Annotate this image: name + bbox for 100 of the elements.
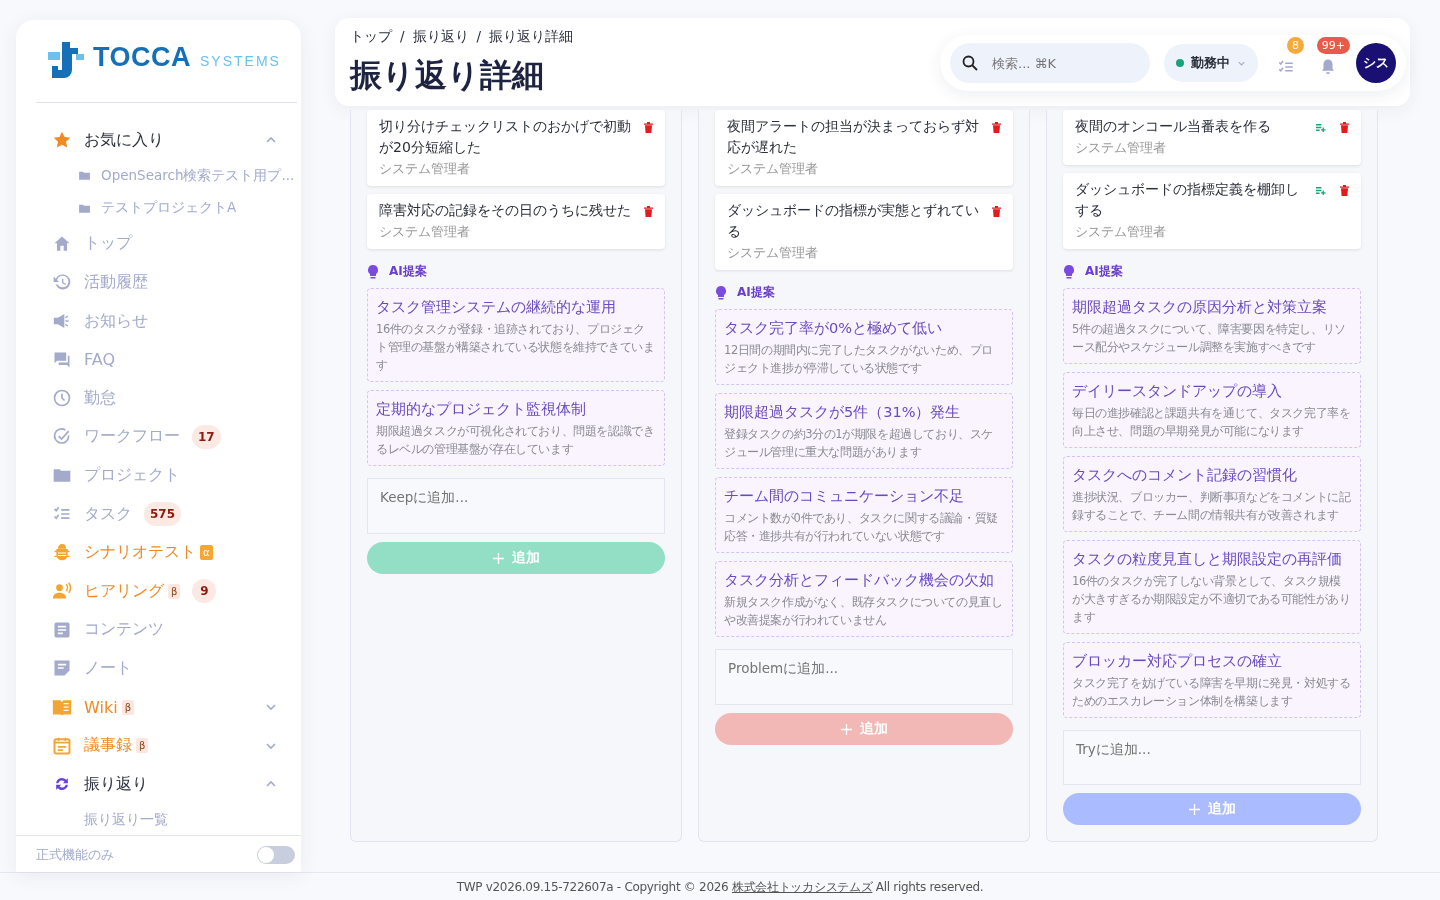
feature-tag: β [168, 583, 181, 599]
sidebar-subitem[interactable]: テストプロジェクトA [101, 199, 237, 218]
trash-icon[interactable] [644, 206, 653, 217]
sidebar-item[interactable]: お気に入り [84, 129, 164, 151]
sidebar-item[interactable]: Wiki [84, 697, 118, 717]
sidebar-subitem[interactable]: OpenSearch検索テスト用プ... [101, 166, 295, 185]
feature-tag: β [121, 699, 134, 715]
sidebar-item[interactable]: 議事録 [84, 735, 132, 757]
suggestion-card[interactable]: タスクの粒度見直しと期限設定の再評価 16件のタスクが完了しない背景として、タスク規模が大きすぎるか期限設定が不適切である可能性があります [1063, 540, 1361, 634]
ai-suggestion-label: AI提案 [389, 263, 427, 280]
input-field[interactable]: Problemに追加... [715, 649, 1013, 705]
sidebar-item[interactable]: 勤怠 [84, 387, 116, 409]
logo-icon [48, 42, 84, 80]
logo-text: TOCCA [93, 42, 191, 73]
sidebar-item[interactable]: 活動履歴 [84, 272, 148, 293]
suggestion-title: タスクへのコメント記録の習慣化 [1072, 466, 1298, 485]
suggestion-title: タスク分析とフィードバック機会の欠如 [724, 571, 995, 590]
suggestion-title: ブロッカー対応プロセスの確立 [1072, 652, 1283, 671]
suggestion-text: 5件の超過タスクについて、障害要因を特定し、リソース配分やスケジュール調整を実施すべきです [1072, 321, 1347, 356]
count-badge: 9 [192, 579, 217, 604]
suggestion-title: 定期的なプロジェクト監視体制 [376, 400, 587, 419]
suggestion-text: 16件のタスクが登録・追跡されており、プロジェクト管理の基盤が構築されている状態を維持できています [376, 321, 656, 374]
toggle-label: 正式機能のみ [36, 846, 114, 864]
suggestion-card[interactable]: ブロッカー対応プロセスの確立 タスク完了を妨げている障害を早期に発見・対処するためのエスカレーション体制を構築します [1063, 642, 1361, 718]
suggestion-title: タスク完了率が0%と極めて低い [724, 319, 943, 338]
count-badge: 575 [144, 502, 182, 527]
trash-icon[interactable] [1340, 122, 1349, 133]
card-author: システム管理者 [1075, 140, 1167, 157]
breadcrumb-separator: / [476, 28, 482, 46]
count-badge: 99+ [1316, 37, 1350, 54]
suggestion-card[interactable]: タスクへのコメント記録の習慣化 進捗状況、ブロッカー、判断事項などをコメントに記録することで、チーム間の情報共有が改善されます [1063, 456, 1361, 532]
suggestion-card[interactable]: デイリースタンドアップの導入 毎日の進捗確認と課題共有を通じて、タスク完了率を向上させ、問題の早期発見が可能になります [1063, 372, 1361, 448]
feature-tag: β [136, 738, 149, 754]
input-field[interactable]: Tryに追加... [1063, 730, 1361, 786]
note-icon [52, 658, 72, 679]
suggestion-text: 進捗状況、ブロッカー、判断事項などをコメントに記録することで、チーム間の情報共有が改善されます [1072, 489, 1352, 524]
suggestion-text: タスク完了を妨げている障害を早期に発見・対処するためのエスカレーション体制を構築します [1072, 675, 1352, 710]
suggestion-card[interactable]: 期限超過タスクの原因分析と対策立案 5件の超過タスクについて、障害要因を特定し、リソース配分やスケジュール調整を実施すべきです [1063, 288, 1361, 364]
suggestion-card[interactable]: タスク分析とフィードバック機会の欠如 新規タスク作成がなく、既存タスクについての見直しや改善提案が行われていません [715, 561, 1013, 637]
trash-icon[interactable] [644, 122, 653, 133]
page-title: 振り返り詳細 [350, 55, 545, 96]
card-text: ダッシュボードの指標定義を棚卸しする [1075, 180, 1300, 220]
search-input[interactable]: 検索... ⌘K [990, 54, 1134, 72]
breadcrumb-link[interactable]: トップ [350, 28, 392, 46]
card-author: システム管理者 [379, 224, 471, 241]
card-author: システム管理者 [727, 161, 819, 178]
sidebar-subitem[interactable]: 振り返り一覧 [84, 810, 168, 829]
trash-icon[interactable] [992, 206, 1001, 217]
copyright-text: TWP v2026.09.15-722607a - Copyright © 2026 株式会社トッカシステムズ All rights reserved. [456, 878, 984, 896]
suggestion-card[interactable]: タスク完了率が0%と極めて低い 12日間の期間内に完了したタスクがないため、プロジェクト進捗が停滞している状態です [715, 309, 1013, 385]
sidebar-item[interactable]: トップ [84, 233, 132, 255]
sidebar-item[interactable]: ワークフロー [84, 426, 180, 448]
trash-icon[interactable] [1340, 185, 1349, 196]
card-text: ダッシュボードの指標が実態とずれている [727, 201, 980, 241]
sidebar-item[interactable]: タスク [84, 503, 132, 525]
status-selector[interactable]: 勤務中 [1164, 44, 1258, 82]
add-list-icon[interactable] [1315, 185, 1326, 196]
trash-icon[interactable] [992, 122, 1001, 133]
suggestion-text: 登録タスクの約3分の1が期限を超過しており、スケジュール管理に重大な問題があります [724, 426, 995, 461]
add-button[interactable]: 追加 [1063, 793, 1361, 825]
sidebar-item[interactable]: シナリオテスト [84, 542, 196, 564]
sidebar-item[interactable]: ヒアリング [84, 580, 164, 602]
sidebar-item[interactable]: 振り返り [84, 773, 148, 795]
sidebar-item[interactable]: ノート [84, 657, 132, 679]
suggestion-card[interactable]: チーム間のコミュニケーション不足 コメント数が0件であり、タスクに関する議論・質疑応答・進捗共有が行われていない状態です [715, 477, 1013, 553]
sidebar-item[interactable]: お知らせ [84, 310, 148, 332]
breadcrumb-link[interactable]: 振り返り詳細 [489, 28, 574, 46]
add-button[interactable]: 追加 [367, 542, 665, 574]
company-link[interactable]: 株式会社トッカシステムズ [731, 879, 873, 894]
suggestion-card[interactable]: 期限超過タスクが5件（31%）発生 登録タスクの約3分の1が期限を超過しており、スケジュール管理に重大な問題があります [715, 393, 1013, 469]
suggestion-text: 期限超過タスクが可視化されており、問題を認識できるレベルの管理基盤が存在しています [376, 423, 656, 458]
sidebar-item[interactable]: FAQ [84, 350, 115, 370]
bug-icon [52, 542, 72, 563]
sidebar-item[interactable]: コンテンツ [84, 619, 164, 641]
lightbulb-icon [1063, 264, 1075, 279]
folder-icon [78, 169, 91, 183]
suggestion-text: 新規タスク作成がなく、既存タスクについての見直しや改善提案が行われていません [724, 594, 1004, 629]
card-text: 夜間アラートの担当が決まっておらず対応が遅れた [727, 117, 980, 157]
card-author: システム管理者 [727, 245, 819, 262]
suggestion-text: 毎日の進捗確認と課題共有を通じて、タスク完了率を向上させ、問題の早期発見が可能になります [1072, 405, 1352, 440]
suggestion-text: コメント数が0件であり、タスクに関する議論・質疑応答・進捗共有が行われていない状態です [724, 510, 999, 545]
sidebar-item[interactable]: プロジェクト [84, 464, 180, 486]
input-field[interactable]: Keepに追加... [367, 478, 665, 534]
lightbulb-icon [715, 285, 727, 300]
plus-icon [840, 723, 852, 735]
user-avatar[interactable]: シス [1356, 43, 1396, 83]
suggestion-card[interactable]: タスク管理システムの継続的な運用 16件のタスクが登録・追跡されており、プロジェクト管理の基盤が構築されている状態を維持できています [367, 288, 665, 382]
suggestion-title: タスクの粒度見直しと期限設定の再評価 [1072, 550, 1343, 569]
card-text: 障害対応の記録をその日のうちに残せた [379, 201, 632, 220]
search-field[interactable]: 検索... ⌘K [950, 43, 1150, 83]
suggestion-title: 期限超過タスクが5件（31%）発生 [724, 403, 962, 422]
lightbulb-icon [367, 264, 379, 279]
card-author: システム管理者 [379, 161, 471, 178]
suggestion-card[interactable]: 定期的なプロジェクト監視体制 期限超過タスクが可視化されており、問題を認識できるレベルの管理基盤が存在しています [367, 390, 665, 466]
add-list-icon[interactable] [1315, 122, 1326, 133]
suggestion-title: チーム間のコミュニケーション不足 [724, 487, 965, 506]
count-badge: 8 [1287, 37, 1304, 54]
toggle-switch[interactable] [257, 846, 295, 864]
breadcrumb-link[interactable]: 振り返り [412, 28, 469, 46]
add-button[interactable]: 追加 [715, 713, 1013, 745]
